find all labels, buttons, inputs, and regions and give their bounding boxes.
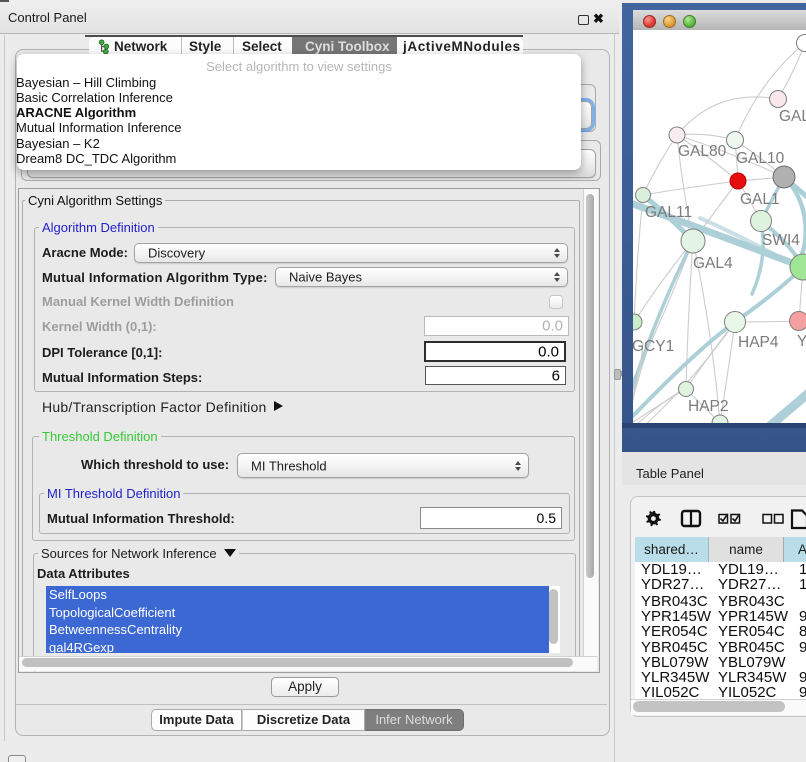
svg-text:HAP4: HAP4 xyxy=(738,334,779,351)
svg-text:GAL10: GAL10 xyxy=(736,150,785,167)
svg-text:GAL11: GAL11 xyxy=(645,204,692,221)
svg-text:Y: Y xyxy=(797,333,806,350)
svg-text:GCY1: GCY1 xyxy=(633,338,674,355)
svg-text:GAL80: GAL80 xyxy=(678,143,727,160)
svg-text:SWI4: SWI4 xyxy=(762,232,800,249)
svg-text:GAL7: GAL7 xyxy=(779,108,806,125)
svg-text:GAL4: GAL4 xyxy=(693,255,733,272)
svg-text:GAL1: GAL1 xyxy=(740,191,780,208)
svg-text:HAP2: HAP2 xyxy=(688,398,729,415)
